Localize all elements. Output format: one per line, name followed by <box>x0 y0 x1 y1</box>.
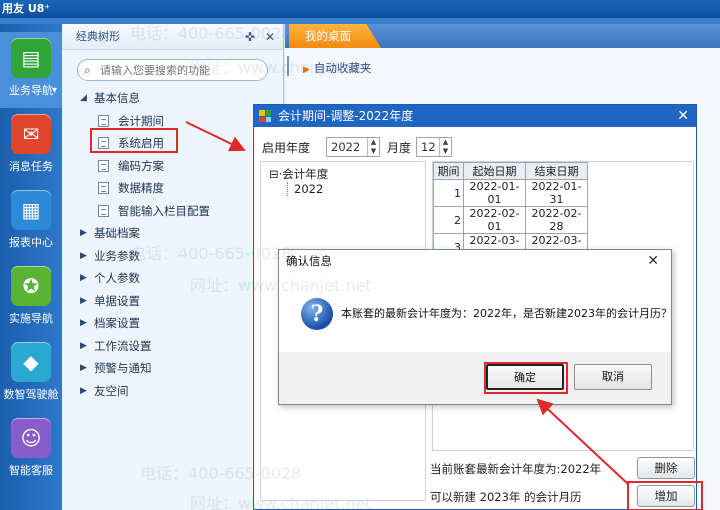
end-date-cell[interactable]: 2022-01-31 <box>525 179 588 207</box>
confirm-dialog-titlebar: 确认信息 ✕ <box>279 250 671 272</box>
collapse-icon[interactable]: ⊟ <box>269 167 279 181</box>
table-row[interactable]: 2 2022-02-01 2022-02-28 <box>433 206 588 234</box>
tree-panel-title: 经典树形 <box>76 30 120 43</box>
period-dialog-title: 会计期间-调整-2022年度 <box>278 109 414 123</box>
tree-node-smart-input[interactable]: 智能输入栏目配置 <box>62 200 282 223</box>
expand-arrow-icon[interactable]: ▶ <box>80 222 87 245</box>
question-icon: ? <box>301 298 333 330</box>
period-dialog-titlebar: 会计期间-调整-2022年度 ✕ <box>254 105 696 127</box>
nav-report-label: 报表中心 <box>9 236 53 249</box>
nav-service-label: 智能客服 <box>9 464 53 477</box>
nav-expand-arrow-icon[interactable]: ▾ <box>52 85 57 96</box>
document-icon <box>98 114 109 127</box>
app-title: 用友 U8⁺ <box>2 2 51 15</box>
nav-report-button[interactable]: ▦ 报表中心 <box>0 184 62 260</box>
nav-implement-button[interactable]: ✪ 实施导航 <box>0 260 62 336</box>
col-end-date: 结束日期 <box>525 162 588 180</box>
tab-bar: 我的桌面 <box>285 24 720 48</box>
compass-icon: ✪ <box>11 266 51 306</box>
cancel-button[interactable]: 取消 <box>574 364 652 390</box>
tab-my-desktop-label: 我的桌面 <box>305 29 351 43</box>
tab-my-desktop[interactable]: 我的桌面 <box>289 24 381 48</box>
confirm-dialog-title: 确认信息 <box>286 254 332 268</box>
expand-arrow-icon[interactable]: ▶ <box>80 312 87 335</box>
fiscal-year-label: 会计年度 <box>282 167 329 181</box>
tree-node-coding-scheme[interactable]: 编码方案 <box>62 155 282 178</box>
expand-arrow-icon[interactable]: ▶ <box>80 357 87 380</box>
new-calendar-status: 可以新建 2023年 的会计月历 <box>430 490 582 504</box>
nav-message-button[interactable]: ✉ 消息任务 <box>0 108 62 184</box>
search-icon: ⌕ <box>84 63 91 77</box>
tree-node-alerts[interactable]: ▶ 预警与通知 <box>62 357 282 380</box>
grid-header-row: 期间 起始日期 结束日期 <box>433 162 588 180</box>
business-nav-icon: ▤ <box>11 38 51 78</box>
nav-service-button[interactable]: ☺ 智能客服 <box>0 412 62 488</box>
period-cell: 2 <box>433 206 464 234</box>
expand-arrow-icon[interactable]: ▶ <box>80 335 87 358</box>
tree-node-workflow-settings[interactable]: ▶ 工作流设置 <box>62 335 282 358</box>
current-year-status: 当前账套最新会计年度为:2022年 <box>430 462 602 476</box>
cockpit-icon: ◆ <box>11 342 51 382</box>
tree-node-friend-space[interactable]: ▶ 友空间 <box>62 380 282 403</box>
collapse-arrow-icon[interactable]: ◢ <box>80 87 87 110</box>
nav-message-label: 消息任务 <box>9 160 53 173</box>
start-year-value: 2022 <box>331 140 361 154</box>
spinner-arrows-icon[interactable]: ▲ ▼ <box>367 138 379 156</box>
nav-implement-label: 实施导航 <box>9 312 53 325</box>
tree-node-data-precision[interactable]: 数据精度 <box>62 177 282 200</box>
report-icon: ▦ <box>11 190 51 230</box>
month-value: 12 <box>421 140 436 154</box>
headset-icon: ☺ <box>11 418 51 458</box>
period-cell: 1 <box>433 179 464 207</box>
watermark-phone: 电话：400-665-0028 <box>130 244 292 263</box>
watermark-site: 网址：www.chanjet.net <box>190 494 372 510</box>
document-icon <box>98 159 109 172</box>
expand-arrow-icon[interactable]: ▶ <box>80 245 87 268</box>
start-year-spinner[interactable]: 2022 ▲ ▼ <box>326 137 380 157</box>
nav-cockpit-button[interactable]: ◆ 数智驾驶舱 <box>0 336 62 412</box>
highlight-box-add <box>627 481 703 510</box>
app-title-bar: 用友 U8⁺ <box>0 0 720 18</box>
col-period: 期间 <box>433 162 464 180</box>
highlight-box-period <box>90 128 178 153</box>
watermark-site: 网址：www.chanjet.net <box>190 58 372 77</box>
tree-panel: 经典树形 ✜✕ ⌕ ◢基本信息 会计期间 系统启用 编码方案 数据精度 智能输入… <box>62 24 284 510</box>
tree-node-fiscal-year[interactable]: ⊟·会计年度 <box>269 166 328 182</box>
app-grid-icon <box>259 110 271 122</box>
watermark-phone: 电话：400-665-0028 <box>140 464 302 483</box>
expand-arrow-icon[interactable]: ▶ <box>80 267 87 290</box>
month-label: 月度 <box>387 141 412 155</box>
col-start-date: 起始日期 <box>463 162 526 180</box>
expand-arrow-icon[interactable]: ▶ <box>80 290 87 313</box>
watermark-phone: 电话：400-665-0028 <box>130 24 292 43</box>
end-date-cell[interactable]: 2022-02-28 <box>525 206 588 234</box>
highlight-box-ok <box>484 362 568 394</box>
expand-arrow-icon[interactable]: ▶ <box>80 380 87 403</box>
table-row[interactable]: 1 2022-01-01 2022-01-31 <box>433 179 588 207</box>
spinner-arrows-icon[interactable]: ▲ ▼ <box>439 138 451 156</box>
close-icon[interactable]: ✕ <box>677 105 689 127</box>
start-year-label: 启用年度 <box>262 141 311 155</box>
tree-node-year-2022[interactable]: 2022 <box>287 182 323 196</box>
nav-business-button[interactable]: ▤ 业务导航 <box>0 32 62 108</box>
start-date-cell[interactable]: 2022-02-01 <box>463 206 526 234</box>
document-icon <box>98 182 109 194</box>
nav-business-label: 业务导航 <box>9 84 53 97</box>
document-icon <box>98 204 109 217</box>
tree-node-basic-info[interactable]: ◢ 基本信息 <box>62 87 282 110</box>
close-icon[interactable]: ✕ <box>647 250 659 272</box>
nav-cockpit-label: 数智驾驶舱 <box>3 388 59 401</box>
year-2022-label: 2022 <box>294 182 324 196</box>
watermark-site: 网址：www.chanjet.net <box>190 276 372 295</box>
start-date-cell[interactable]: 2022-01-01 <box>463 179 526 207</box>
confirm-message: 本账套的最新会计年度为：2022年，是否新建2023年的会计月历？ <box>341 307 672 320</box>
month-spinner[interactable]: 12 ▲ ▼ <box>416 137 452 157</box>
delete-button[interactable]: 删除 <box>637 457 695 479</box>
left-nav-column: ▤ 业务导航 ▾ ✉ 消息任务 ▦ 报表中心 ✪ 实施导航 ◆ 数智驾驶舱 ☺ … <box>0 24 62 510</box>
message-icon: ✉ <box>11 114 51 154</box>
tree-node-archive-settings[interactable]: ▶ 档案设置 <box>62 312 282 335</box>
